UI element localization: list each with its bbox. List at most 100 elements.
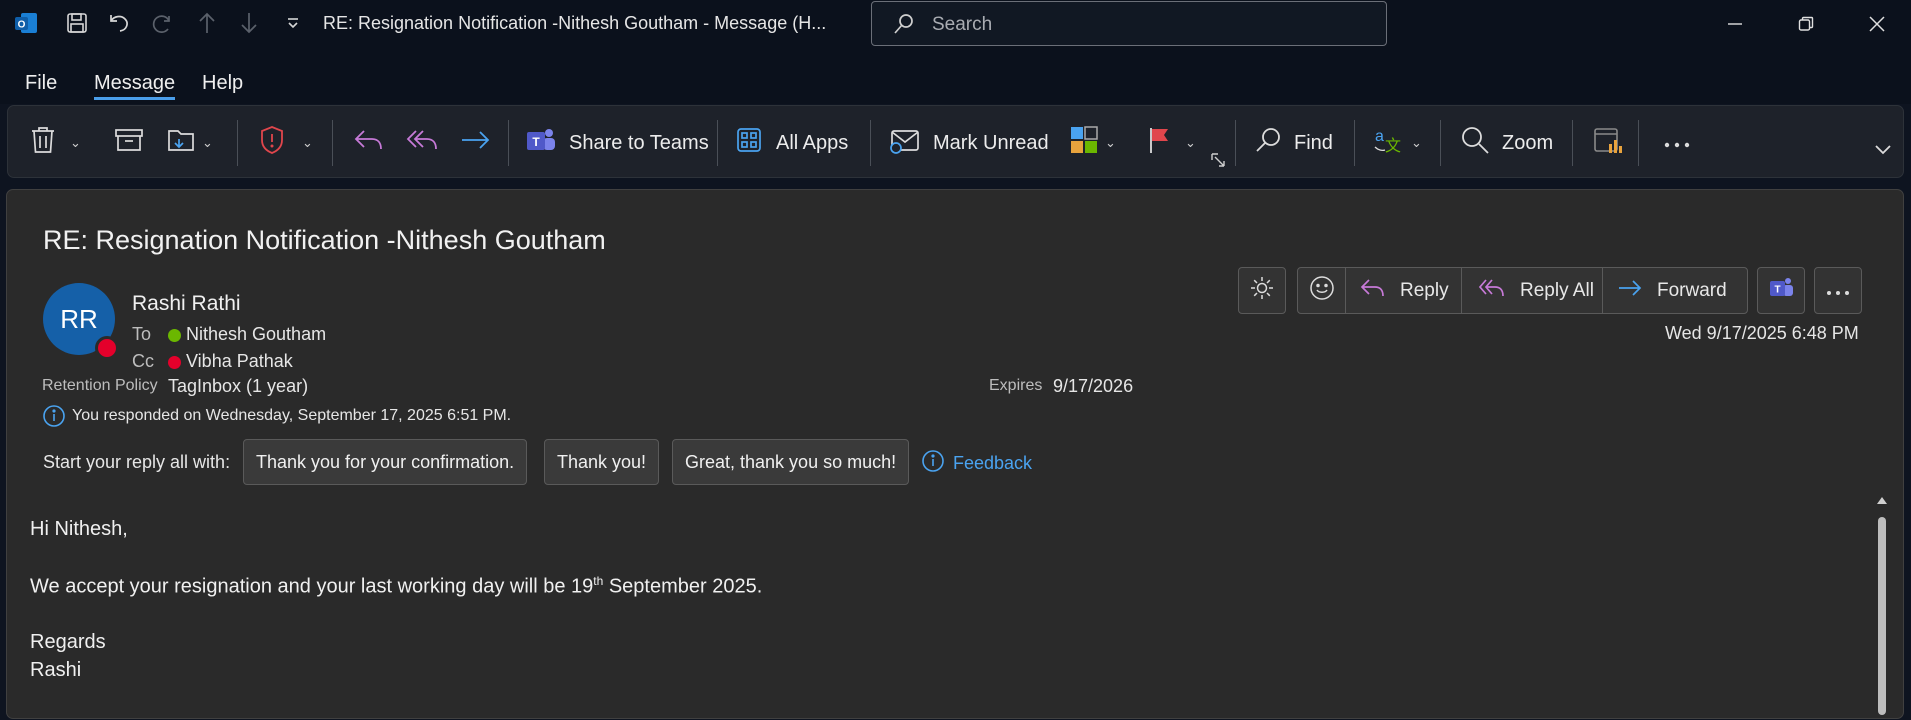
all-apps-button[interactable]: All Apps (736, 126, 848, 160)
zoom-icon (1460, 125, 1490, 161)
body-regards: Regards (30, 631, 106, 653)
zoom-label: Zoom (1502, 131, 1554, 154)
react-button[interactable] (1298, 268, 1346, 313)
report-button[interactable]: ⌄ (258, 126, 313, 160)
chevron-down-icon[interactable]: ⌄ (1411, 135, 1422, 151)
body-paragraph: We accept your resignation and your last… (30, 574, 762, 599)
close-button[interactable] (1857, 6, 1897, 42)
all-apps-label: All Apps (776, 131, 849, 154)
reply-all-ribbon-button[interactable] (406, 126, 440, 160)
body-line-superscript: th (593, 574, 604, 588)
search-box[interactable]: Search (871, 1, 1387, 46)
expand-group-icon[interactable] (1211, 153, 1225, 172)
collapse-ribbon-icon[interactable] (1874, 142, 1892, 160)
save-icon[interactable] (63, 8, 91, 38)
chevron-down-icon[interactable]: ⌄ (1185, 135, 1196, 151)
archive-button[interactable] (114, 126, 144, 160)
reply-label: Reply (1400, 279, 1449, 301)
previous-item-icon[interactable] (193, 8, 221, 38)
body-signature: Rashi (30, 659, 82, 681)
chevron-down-icon[interactable]: ⌄ (302, 135, 313, 151)
body-line-text-end: September 2025. (603, 575, 763, 598)
undo-icon[interactable] (105, 8, 133, 38)
teams-chat-button[interactable]: T (1757, 267, 1805, 314)
cc-recipient[interactable]: Vibha Pathak (168, 351, 293, 372)
suggested-reply-chip[interactable]: Thank you! (544, 439, 660, 485)
responded-note: You responded on Wednesday, September 17… (72, 407, 512, 424)
categorize-button[interactable]: ⌄ (1069, 126, 1116, 160)
insights-button[interactable] (1592, 126, 1624, 160)
presence-available-icon (168, 328, 181, 342)
sun-icon (1250, 276, 1274, 306)
reply-ribbon-button[interactable] (353, 126, 385, 160)
outlook-logo-icon: O (12, 8, 40, 38)
menu-file[interactable]: File (25, 72, 57, 95)
menu-message[interactable]: Message (94, 72, 176, 100)
minimize-button[interactable] (1715, 6, 1755, 42)
message-pane: RE: Resignation Notification -Nithesh Go… (6, 189, 1904, 719)
next-item-icon[interactable] (235, 8, 263, 38)
teams-icon: T (525, 126, 557, 160)
svg-text:文: 文 (1385, 136, 1401, 155)
move-folder-icon (166, 126, 196, 160)
restore-button[interactable] (1786, 6, 1826, 42)
envelope-icon (889, 126, 921, 160)
body-greeting: Hi Nithesh, (30, 518, 128, 540)
forward-button[interactable]: Forward (1603, 268, 1747, 313)
avatar-initials: RR (60, 303, 98, 334)
reply-all-icon (1478, 277, 1506, 305)
forward-icon (460, 126, 492, 160)
shield-icon (258, 125, 286, 161)
reply-actions-group: Reply Reply All Forward (1297, 267, 1748, 314)
more-options-button[interactable] (1663, 126, 1691, 160)
to-label: To (132, 324, 152, 344)
chevron-down-icon[interactable]: ⌄ (70, 135, 81, 151)
chevron-down-icon[interactable]: ⌄ (1105, 135, 1116, 151)
search-icon (1254, 126, 1282, 160)
vertical-scrollbar[interactable] (1875, 495, 1889, 715)
forward-ribbon-button[interactable] (460, 126, 492, 160)
find-button[interactable]: Find (1254, 126, 1333, 160)
presence-busy-indicator (95, 336, 119, 360)
title-bar: O RE: Resignation Notification -Nithesh … (0, 0, 1911, 50)
more-icon (1663, 132, 1691, 155)
retention-policy-value: TagInbox (1 year) (168, 376, 309, 396)
teams-icon: T (1768, 276, 1794, 306)
suggested-replies-label: Start your reply all with: (43, 452, 231, 472)
theme-toggle-button[interactable] (1238, 267, 1286, 314)
more-actions-button[interactable] (1814, 267, 1862, 314)
ribbon-toolbar: ⌄ ⌄ ⌄ T Share to Teams All Apps Mark Unr… (7, 105, 1904, 178)
sender-name[interactable]: Rashi Rathi (132, 292, 241, 316)
share-to-teams-label: Share to Teams (569, 131, 709, 154)
reply-all-button[interactable]: Reply All (1462, 268, 1603, 313)
to-recipient-name: Nithesh Goutham (186, 324, 327, 344)
redo-icon[interactable] (147, 8, 175, 38)
search-icon (892, 12, 916, 41)
more-icon (1826, 280, 1850, 302)
chevron-down-icon[interactable]: ⌄ (202, 135, 213, 151)
flag-button[interactable]: ⌄ (1147, 126, 1196, 160)
emoji-icon (1309, 275, 1335, 307)
cc-recipient-name: Vibha Pathak (186, 351, 293, 371)
suggested-reply-chip[interactable]: Great, thank you so much! (672, 439, 910, 485)
info-icon (921, 449, 945, 478)
move-button[interactable]: ⌄ (166, 126, 213, 160)
reply-button[interactable]: Reply (1346, 268, 1462, 313)
message-date: Wed 9/17/2025 6:48 PM (1665, 323, 1859, 343)
menu-help[interactable]: Help (202, 72, 243, 95)
delete-button[interactable]: ⌄ (30, 126, 81, 160)
share-to-teams-button[interactable]: T Share to Teams (525, 126, 709, 160)
ribbon-separator (1440, 120, 1441, 166)
suggested-reply-chip[interactable]: Thank you for your confirmation. (243, 439, 528, 485)
zoom-button[interactable]: Zoom (1460, 126, 1553, 160)
translate-button[interactable]: a文 ⌄ (1373, 126, 1422, 160)
to-recipient[interactable]: Nithesh Goutham (168, 324, 326, 345)
ribbon-separator (508, 120, 509, 166)
feedback-link[interactable]: Feedback (921, 449, 1032, 478)
translate-icon: a文 (1373, 125, 1405, 161)
svg-text:T: T (532, 135, 540, 149)
forward-label: Forward (1657, 279, 1727, 301)
mark-unread-button[interactable]: Mark Unread (889, 126, 1049, 160)
quick-access-dropdown-icon[interactable] (279, 8, 307, 38)
categorize-icon (1069, 125, 1099, 161)
